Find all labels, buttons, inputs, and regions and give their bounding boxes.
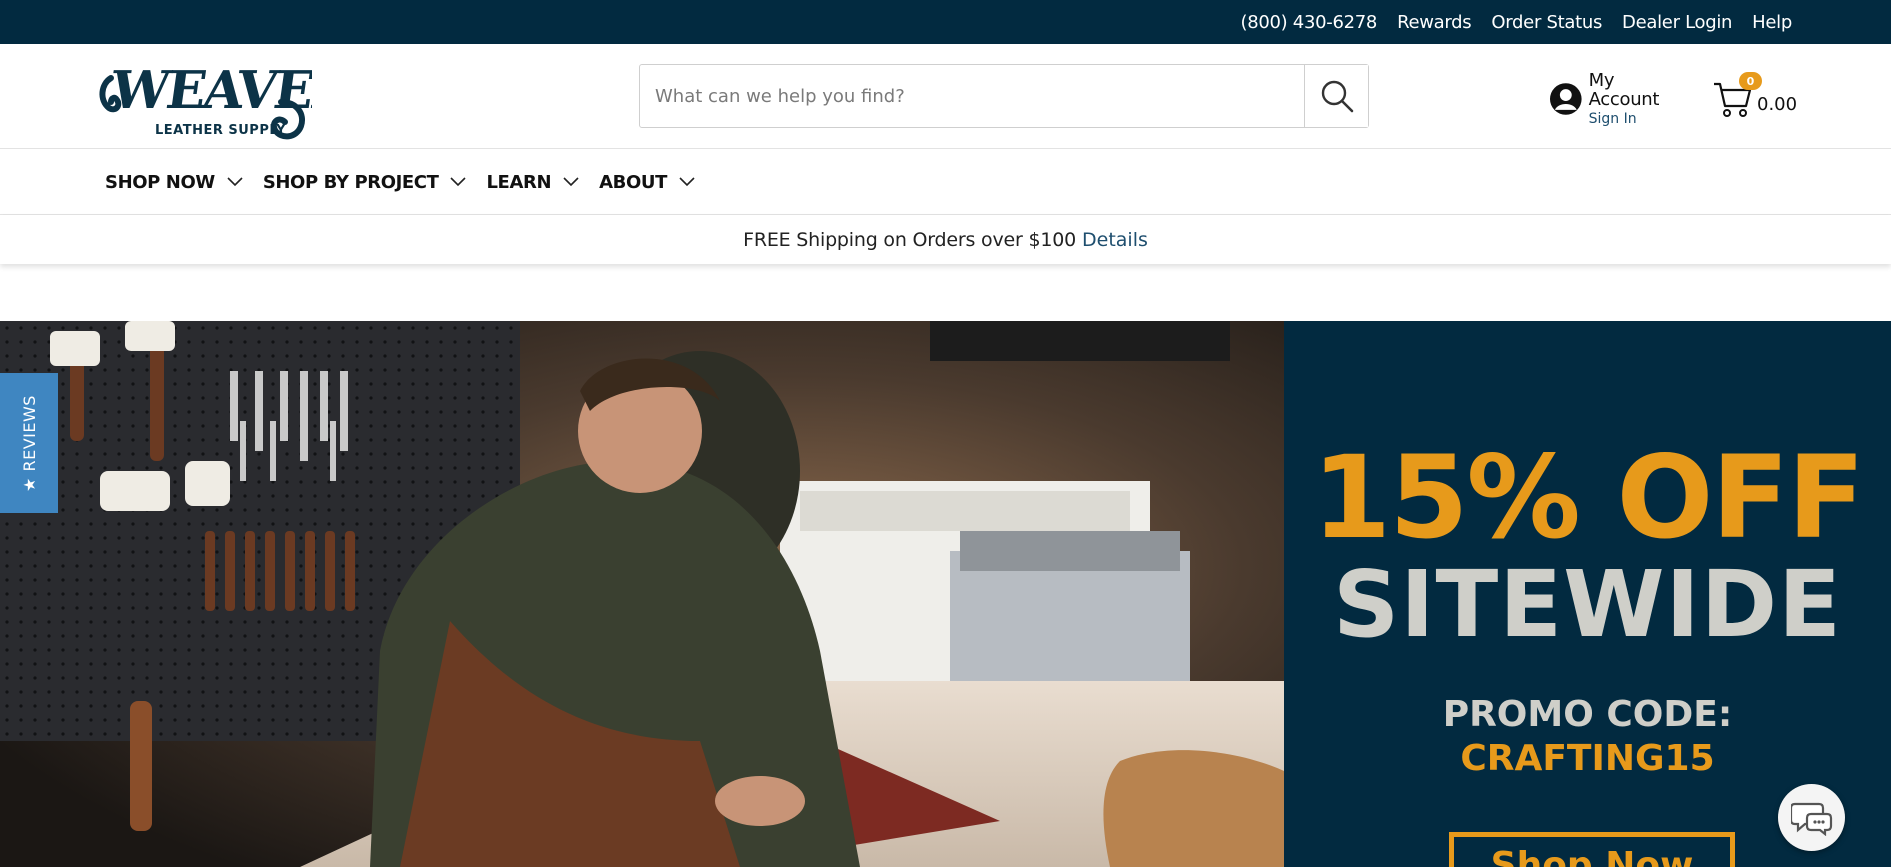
offer-headline: 15% OFF xyxy=(1311,431,1865,564)
utility-bar: (800) 430-6278 Rewards Order Status Deal… xyxy=(0,0,1891,44)
account-text: My Account Sign In xyxy=(1588,69,1689,128)
main-nav: SHOP NOW SHOP BY PROJECT LEARN ABOUT xyxy=(0,149,1891,215)
chevron-down-icon xyxy=(563,177,579,187)
shipping-promo-bar: FREE Shipping on Orders over $100 Detail… xyxy=(0,215,1891,264)
nav-shop-by-project[interactable]: SHOP BY PROJECT xyxy=(263,172,467,193)
svg-text:LEATHER SUPPLY: LEATHER SUPPLY xyxy=(155,123,286,138)
phone-link[interactable]: (800) 430-6278 xyxy=(1240,12,1377,33)
user-icon xyxy=(1549,83,1582,115)
nav-learn[interactable]: LEARN xyxy=(486,172,579,193)
shipping-details-link[interactable]: Details xyxy=(1082,229,1148,251)
svg-text:WEAVER: WEAVER xyxy=(106,60,312,121)
nav-label: SHOP NOW xyxy=(105,171,215,193)
help-link[interactable]: Help xyxy=(1752,12,1792,33)
offer-subheadline: SITEWIDE xyxy=(1332,551,1842,658)
search-icon xyxy=(1321,80,1353,113)
nav-label: SHOP BY PROJECT xyxy=(262,171,439,193)
hero-banner[interactable]: 15% OFF SITEWIDE PROMO CODE: CRAFTING15 … xyxy=(0,321,1891,867)
order-status-link[interactable]: Order Status xyxy=(1491,12,1602,33)
cart-total: 0.00 xyxy=(1757,94,1798,115)
shop-now-button[interactable]: Shop Now xyxy=(1449,832,1735,867)
chevron-down-icon xyxy=(679,177,695,187)
nav-label: ABOUT xyxy=(599,171,667,193)
reviews-tab-label: ★ REVIEWS xyxy=(19,394,39,492)
nav-about[interactable]: ABOUT xyxy=(599,172,695,193)
cart-count-badge: 0 xyxy=(1739,72,1762,90)
dealer-login-link[interactable]: Dealer Login xyxy=(1622,12,1732,33)
shipping-promo-text: FREE Shipping on Orders over $100 xyxy=(743,228,1077,251)
search-button[interactable] xyxy=(1304,65,1368,127)
sign-in-link[interactable]: Sign In xyxy=(1589,111,1689,127)
chevron-down-icon xyxy=(227,177,243,187)
weaver-logo[interactable]: WEAVER LEATHER SUPPLY xyxy=(97,50,359,142)
weaver-logo-mark: WEAVER LEATHER SUPPLY xyxy=(99,60,359,140)
chat-button[interactable] xyxy=(1778,784,1845,851)
promo-code-label: PROMO CODE: xyxy=(1442,694,1733,735)
nav-shop-now[interactable]: SHOP NOW xyxy=(105,172,243,193)
my-account-button[interactable]: My Account Sign In xyxy=(1549,70,1689,127)
nav-label: LEARN xyxy=(486,171,552,193)
account-title: My Account xyxy=(1588,69,1660,111)
utility-links: (800) 430-6278 Rewards Order Status Deal… xyxy=(1240,0,1792,44)
chevron-down-icon xyxy=(450,177,467,187)
promo-code-value: CRAFTING15 xyxy=(1460,738,1715,779)
search-bar xyxy=(639,64,1369,128)
cart-button[interactable]: 0 0.00 xyxy=(1712,68,1802,128)
chat-icon xyxy=(1790,802,1832,836)
reviews-tab[interactable]: ★ REVIEWS xyxy=(0,373,58,513)
site-header: WEAVER LEATHER SUPPLY My Account Sign In xyxy=(0,44,1891,149)
rewards-link[interactable]: Rewards xyxy=(1397,12,1472,33)
hero-workshop-image xyxy=(0,321,1284,867)
search-input[interactable] xyxy=(640,65,1304,127)
